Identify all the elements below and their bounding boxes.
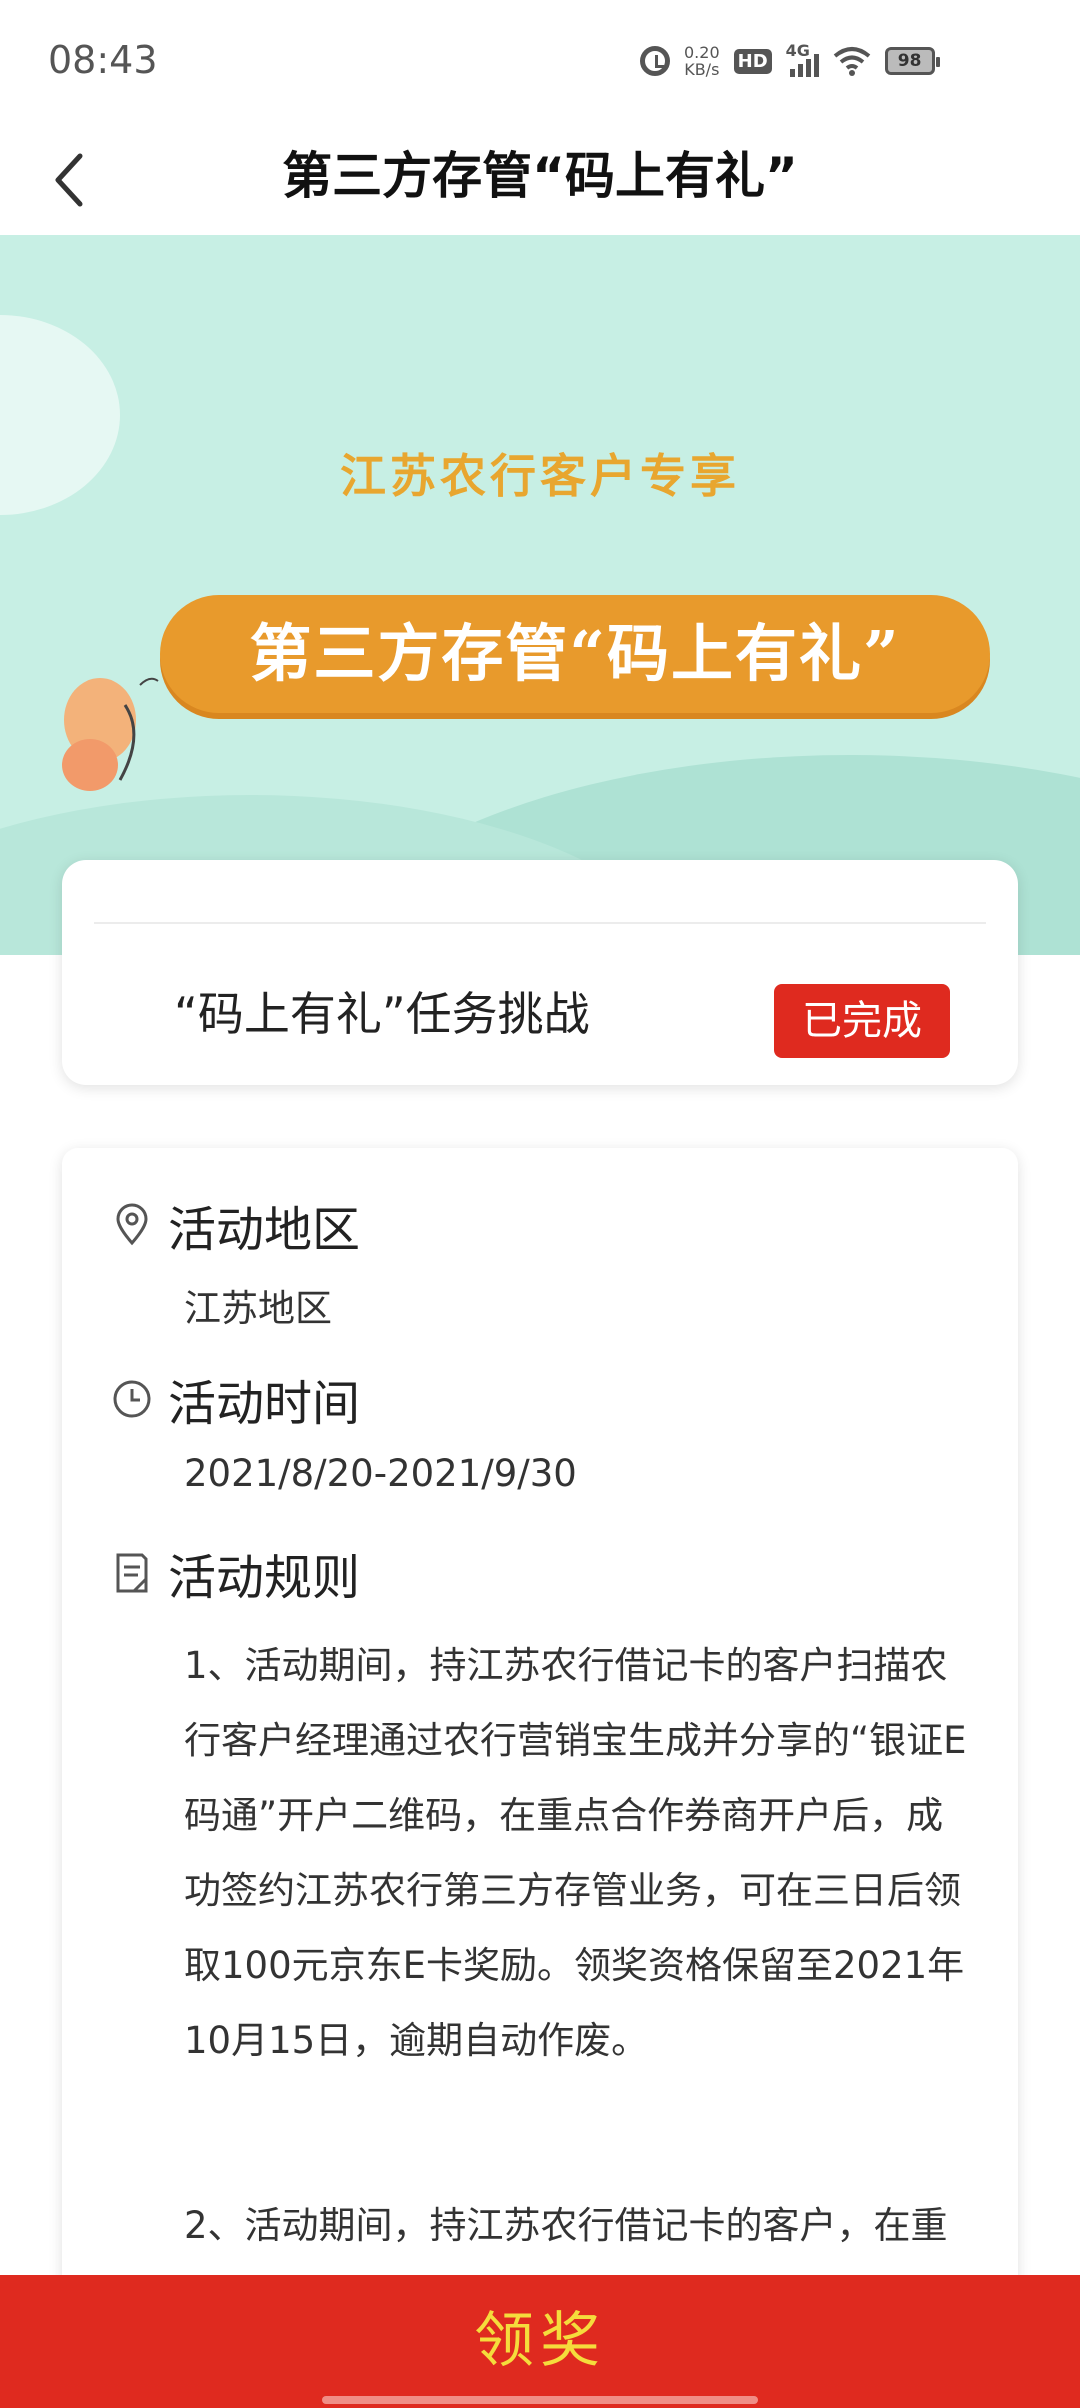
- banner-headline: 第三方存管“码上有礼”: [249, 617, 901, 690]
- banner-subtitle: 江苏农行客户专享: [340, 449, 740, 503]
- battery-level: 98: [897, 51, 922, 71]
- activity-info-card: 活动地区 江苏地区 活动时间 2021/8/20-2021/9/30 活动规则 …: [62, 1148, 1018, 2348]
- status-badge[interactable]: 已完成: [774, 984, 950, 1058]
- page-title: 第三方存管“码上有礼”: [282, 147, 798, 205]
- banner-headline-pill: 第三方存管“码上有礼”: [160, 595, 990, 713]
- clock-icon: [113, 1380, 151, 1418]
- rule-paragraph-1: 1、活动期间，持江苏农行借记卡的客户扫描农行客户经理通过农行营销宝生成并分享的“…: [184, 1644, 967, 2062]
- time-title: 活动时间: [168, 1376, 361, 1432]
- rules-title: 活动规则: [168, 1550, 361, 1606]
- task-label: “码上有礼”任务挑战: [174, 987, 590, 1041]
- alarm-icon: [640, 46, 670, 76]
- claim-button-label: 领奖: [474, 2306, 606, 2376]
- promo-banner: 江苏农行客户专享 第三方存管“码上有礼”: [0, 235, 1080, 955]
- network-speed: 0.20 KB/s: [684, 44, 720, 78]
- status-bar: 08:43 0.20 KB/s HD 4G 98: [0, 0, 1080, 120]
- document-icon: [116, 1553, 148, 1593]
- region-title: 活动地区: [168, 1202, 361, 1258]
- butterfly-icon: [62, 677, 159, 791]
- signal-icon: 4G: [786, 41, 819, 77]
- rules-section-header: 活动规则: [112, 1538, 360, 1608]
- page-header: 第三方存管“码上有礼”: [0, 120, 1080, 235]
- divider: [94, 922, 986, 924]
- network-type-label: 4G: [785, 41, 810, 60]
- task-card: “码上有礼”任务挑战 已完成: [62, 860, 1018, 1085]
- location-pin-icon: [116, 1203, 148, 1246]
- region-value: 江苏地区: [184, 1287, 332, 1330]
- home-indicator[interactable]: [322, 2396, 758, 2404]
- network-speed-value: 0.20: [684, 43, 720, 62]
- status-time: 08:43: [48, 38, 158, 82]
- network-speed-unit: KB/s: [684, 60, 720, 79]
- wifi-icon: [833, 47, 870, 76]
- status-icons: 0.20 KB/s HD 4G 98: [640, 40, 940, 82]
- claim-reward-button[interactable]: 领奖: [0, 2275, 1080, 2408]
- region-section-header: 活动地区: [112, 1190, 360, 1260]
- hd-icon: HD: [733, 48, 772, 74]
- time-section-header: 活动时间: [112, 1364, 360, 1434]
- battery-icon: 98: [884, 47, 940, 75]
- time-value: 2021/8/20-2021/9/30: [184, 1452, 577, 1495]
